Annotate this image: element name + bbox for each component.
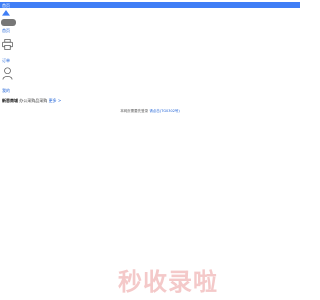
footer-text: 办公采购品采购 (19, 98, 48, 103)
nav-mine-label[interactable]: 我的 (2, 88, 10, 93)
nav-orders-label[interactable]: 订单 (2, 58, 10, 63)
top-bar-title: 首页 (2, 3, 10, 8)
footer-line: 新思商城 办公采购品采购 更多 > (2, 98, 61, 103)
nav-home-label[interactable]: 首页 (2, 28, 10, 33)
footer-brand: 新思商城 (2, 98, 18, 103)
notice-prefix: 本网页需要先登录 (120, 109, 149, 113)
footer-more-link[interactable]: 更多 > (49, 98, 62, 103)
top-bar: 首页 (0, 2, 300, 8)
watermark-text: 秒收录啦 (118, 268, 218, 296)
toggle-switch[interactable] (1, 19, 16, 26)
home-icon[interactable] (2, 10, 10, 18)
notice-link[interactable]: 请点击(TG0302号) (149, 109, 180, 113)
page: 首页 首页 订单 我的 新思商城 办公采购品采购 更多 > 本网页需要先登录 请… (0, 0, 300, 300)
printer-icon[interactable] (2, 39, 13, 50)
user-icon[interactable] (2, 67, 13, 80)
notice: 本网页需要先登录 请点击(TG0302号) (0, 109, 300, 114)
